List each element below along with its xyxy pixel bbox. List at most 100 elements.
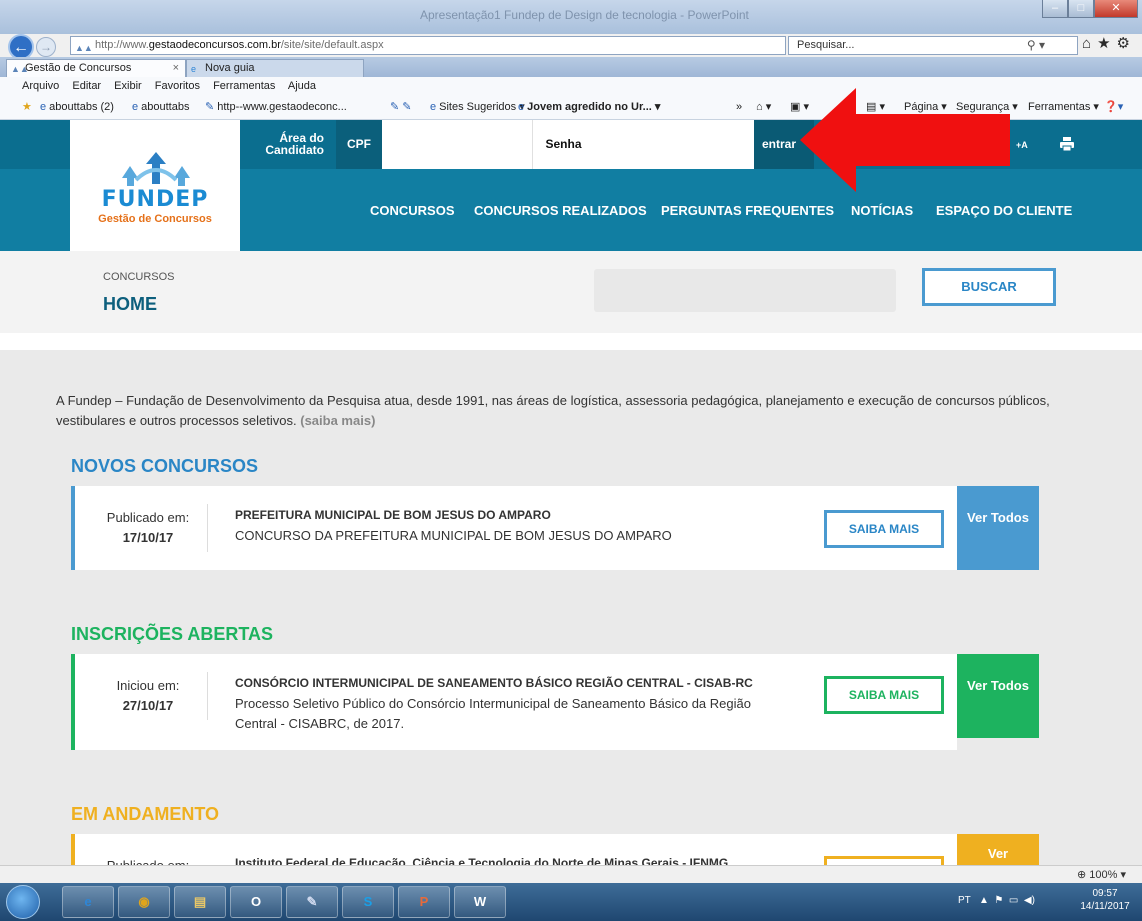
page-icon: e xyxy=(518,101,525,113)
address-prefix: http://www. xyxy=(95,39,149,51)
senha-label: Senha xyxy=(532,120,594,169)
favorite-item[interactable]: e Sites Sugeridos ▾ xyxy=(430,96,525,119)
logo-subtitle: Gestão de Concursos xyxy=(98,213,212,225)
system-tray: PT ▲ ⚑ ▭ ◀) xyxy=(958,895,1035,906)
nav-concursos[interactable]: CONCURSOS xyxy=(370,203,455,218)
tools-menu[interactable]: Ferramentas ▾ xyxy=(1028,96,1099,119)
powerpoint-icon[interactable]: P xyxy=(398,886,450,918)
intro-body: A Fundep – Fundação de Desenvolvimento d… xyxy=(56,393,1050,428)
address-path: /site/site/default.aspx xyxy=(280,39,384,51)
ver-todos-button[interactable]: Ver xyxy=(957,834,1039,865)
tray-icons[interactable]: ▲ ⚑ ▭ ◀) xyxy=(973,895,1035,906)
buscar-button[interactable]: BUSCAR xyxy=(922,268,1056,306)
cpf-input[interactable] xyxy=(382,120,532,169)
ver-todos-button[interactable]: Ver Todos xyxy=(957,486,1039,570)
address-domain: gestaodeconcursos.com.br xyxy=(148,39,281,51)
menu-favoritos[interactable]: Favoritos xyxy=(155,80,200,92)
card-accent-bar xyxy=(71,654,75,750)
tab-label: Gestão de Concursos xyxy=(25,62,132,74)
nav-espaco-do-cliente[interactable]: ESPAÇO DO CLIENTE xyxy=(936,203,1072,218)
browser-status-bar: ⊕ 100% ▾ xyxy=(0,865,1142,883)
menu-exibir[interactable]: Exibir xyxy=(114,80,142,92)
internet-explorer-icon[interactable]: e xyxy=(62,886,114,918)
outlook-icon[interactable]: O xyxy=(230,886,282,918)
saiba-mais-button[interactable]: SAIBA MAIS xyxy=(824,510,944,548)
card-title[interactable]: CONSÓRCIO INTERMUNICIPAL DE SANEAMENTO B… xyxy=(235,676,753,690)
card-title[interactable]: Instituto Federal de Educação, Ciência e… xyxy=(235,856,728,865)
section-title-inscricoes-abertas: INSCRIÇÕES ABERTAS xyxy=(71,624,274,644)
fundep-logo[interactable]: FUNDEP Gestão de Concursos xyxy=(70,120,240,251)
card-date-label: Publicado em: xyxy=(106,510,190,525)
breadcrumb-section[interactable]: CONCURSOS xyxy=(103,271,175,283)
search-placeholder: Pesquisar... xyxy=(797,39,855,51)
favorite-item[interactable]: ✎ http--www.gestaodeconc... xyxy=(205,96,347,119)
saiba-mais-link[interactable]: (saiba mais) xyxy=(300,413,375,428)
command-bar-more[interactable]: » xyxy=(736,96,742,119)
tab-new[interactable]: e Nova guia xyxy=(186,59,364,77)
favorites-star-icon[interactable]: ★ xyxy=(22,96,32,119)
card-description: Processo Seletivo Público do Consórcio I… xyxy=(235,696,751,731)
home-icon[interactable]: ⌂ ▾ xyxy=(756,96,771,119)
zoom-level[interactable]: ⊕ 100% ▾ xyxy=(1077,868,1126,881)
search-icon[interactable]: ⚲ ▾ xyxy=(1027,37,1045,54)
card-date-block: Iniciou em: 27/10/17 xyxy=(91,676,205,716)
card-date-block: Publicado em: 17/10/17 xyxy=(91,508,205,548)
card-title[interactable]: PREFEITURA MUNICIPAL DE BOM JESUS DO AMP… xyxy=(235,508,551,522)
maximize-button[interactable]: □ xyxy=(1068,0,1094,18)
home-icon[interactable]: ⌂ xyxy=(1082,35,1097,52)
favorites-star-icon[interactable]: ★ xyxy=(1097,35,1116,52)
nav-concursos-realizados[interactable]: CONCURSOS REALIZADOS xyxy=(474,203,647,218)
saiba-mais-button[interactable] xyxy=(824,856,944,865)
window-titlebar: Apresentação1 Fundep de Design de tecnol… xyxy=(0,0,1142,34)
favorite-item[interactable]: e Jovem agredido no Ur... ▾ xyxy=(518,96,660,119)
word-icon[interactable]: W xyxy=(454,886,506,918)
menu-arquivo[interactable]: Arquivo xyxy=(22,80,59,92)
section-title-em-andamento: EM ANDAMENTO xyxy=(71,804,219,824)
window-controls: – □ ✕ xyxy=(1042,0,1138,18)
address-bar[interactable]: ▲▲ http://www.gestaodeconcursos.com.br/s… xyxy=(70,36,832,70)
settings-gear-icon[interactable]: ⚙ xyxy=(1117,35,1136,52)
print-icon[interactable] xyxy=(1060,137,1074,151)
red-arrow-annotation xyxy=(800,88,1010,192)
saiba-mais-button[interactable]: SAIBA MAIS xyxy=(824,676,944,714)
chrome-icon[interactable]: ◉ xyxy=(118,886,170,918)
clock[interactable]: 09:57 14/11/2017 xyxy=(1072,887,1138,913)
ie-icon: e xyxy=(430,101,437,113)
minimize-button[interactable]: – xyxy=(1042,0,1068,18)
nav-noticias[interactable]: NOTÍCIAS xyxy=(851,203,913,218)
site-search-input[interactable] xyxy=(594,269,896,312)
site-favicon-icon: ▲▲ xyxy=(75,43,93,53)
card-accent-bar xyxy=(71,486,75,570)
clock-date: 14/11/2017 xyxy=(1080,901,1130,912)
card-date-label: Publicado em: xyxy=(91,856,205,865)
close-window-button[interactable]: ✕ xyxy=(1094,0,1138,18)
paint-icon[interactable]: ✎ xyxy=(286,886,338,918)
nav-perguntas-frequentes[interactable]: PERGUNTAS FREQUENTES xyxy=(661,203,834,218)
intro-text: A Fundep – Fundação de Desenvolvimento d… xyxy=(56,391,1116,431)
menu-ferramentas[interactable]: Ferramentas xyxy=(213,80,275,92)
help-icon[interactable]: ❓▾ xyxy=(1104,96,1123,119)
skype-icon[interactable]: S xyxy=(342,886,394,918)
browser-toolbar-icons: ⌂★⚙ xyxy=(1082,34,1136,52)
page-title: HOME xyxy=(103,294,157,314)
browser-search-input[interactable]: Pesquisar... ⚲ ▾ xyxy=(788,36,1078,55)
favorite-item[interactable]: e abouttabs xyxy=(132,96,189,119)
senha-input[interactable] xyxy=(594,120,754,169)
language-indicator[interactable]: PT xyxy=(958,895,971,906)
file-explorer-icon[interactable]: ▤ xyxy=(174,886,226,918)
forward-button[interactable]: → xyxy=(36,37,56,57)
extra-link-icons[interactable]: ✎ ✎ xyxy=(390,96,414,119)
font-increase-button[interactable]: +A xyxy=(1016,140,1028,150)
menu-ajuda[interactable]: Ajuda xyxy=(288,80,316,92)
close-tab-icon[interactable]: × xyxy=(173,60,179,77)
ver-todos-button[interactable]: Ver Todos xyxy=(957,654,1039,738)
cpf-label: CPF xyxy=(336,120,382,169)
tab-gestao[interactable]: ▲▲ Gestão de Concursos × xyxy=(6,59,186,77)
favorite-item[interactable]: e abouttabs (2) xyxy=(40,96,114,119)
page-icon: e xyxy=(40,101,47,113)
card-date: 17/10/17 xyxy=(122,530,174,545)
start-button[interactable] xyxy=(6,885,40,919)
menu-editar[interactable]: Editar xyxy=(72,80,101,92)
card-accent-bar xyxy=(71,834,75,865)
navigation-row: ← → ▲▲ http://www.gestaodeconcursos.com.… xyxy=(0,34,1142,70)
